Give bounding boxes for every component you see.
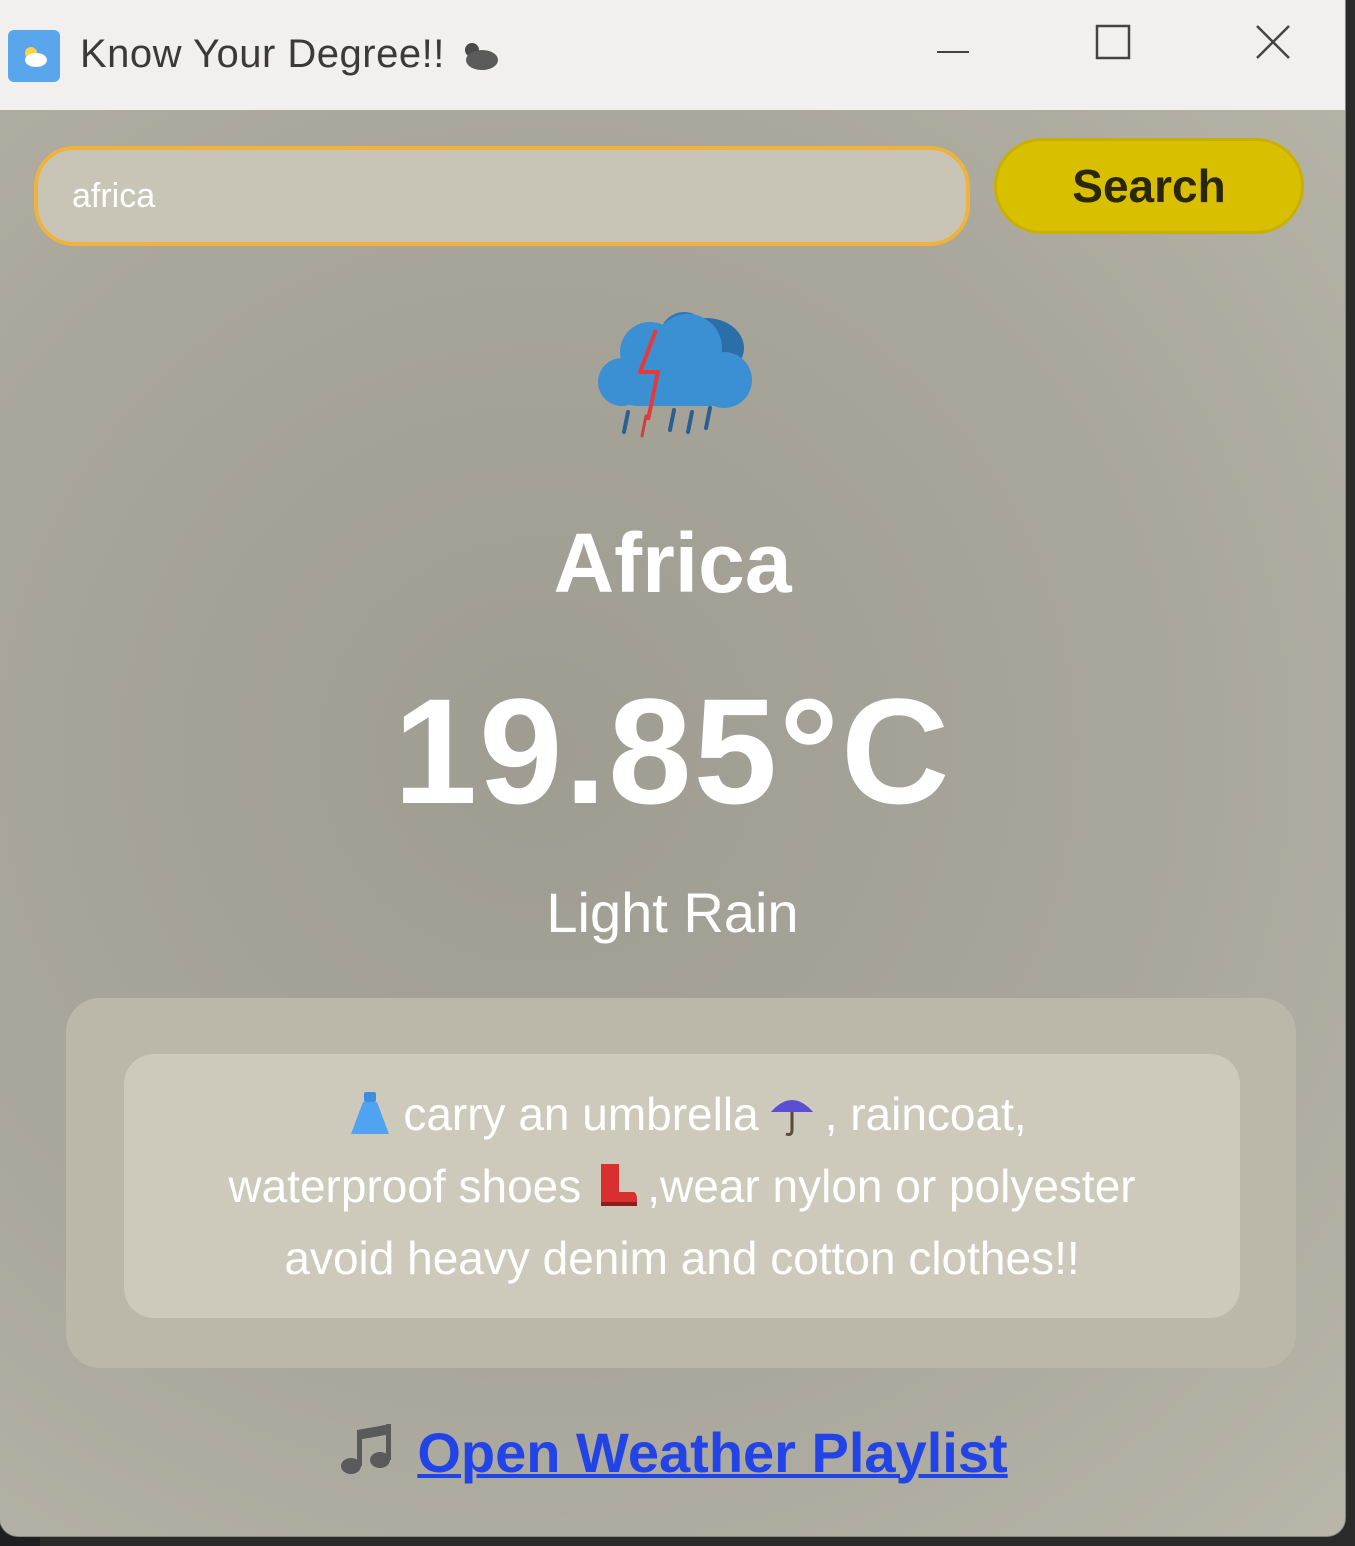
outfit-suggestion-card: carry an umbrella , raincoat, waterproof… (124, 1054, 1240, 1318)
maximize-button[interactable] (1078, 12, 1148, 72)
title-bar[interactable]: Know Your Degree!! (0, 0, 1345, 111)
outfit-line1-tail: , raincoat, (824, 1088, 1027, 1140)
umbrella-icon (770, 1100, 813, 1136)
dress-icon (351, 1092, 390, 1134)
close-button[interactable] (1238, 12, 1308, 72)
city-name: Africa (553, 516, 792, 610)
thunderstorm-rain-icon (598, 312, 752, 438)
search-button[interactable]: Search (994, 138, 1304, 234)
window-title: Know Your Degree!! (80, 32, 445, 76)
playlist-link-label[interactable]: Open Weather Playlist (417, 1421, 1007, 1484)
minimize-button[interactable] (918, 12, 988, 72)
outfit-line2-text: waterproof shoes (228, 1160, 582, 1212)
temperature-value: 19.85°C (393, 667, 952, 835)
app-window: Know Your Degree!! Search (0, 0, 1345, 1536)
boot-icon (601, 1164, 638, 1206)
search-input[interactable] (34, 146, 970, 246)
cloud-icon (465, 43, 498, 70)
main-content: Search Africa 19.85°C Light Rain (0, 110, 1345, 1536)
outfit-line3-text: avoid heavy denim and cotton clothes!! (284, 1232, 1080, 1284)
outfit-line2-tail: ,wear nylon or polyester (647, 1160, 1136, 1212)
close-icon (1256, 25, 1290, 59)
weather-condition: Light Rain (546, 881, 799, 944)
outfit-line1-text: carry an umbrella (403, 1088, 759, 1140)
weather-app-icon (8, 30, 60, 82)
maximize-icon (1095, 24, 1131, 60)
open-playlist-link[interactable]: Open Weather Playlist (0, 1420, 1345, 1485)
outfit-suggestion-panel: carry an umbrella , raincoat, waterproof… (66, 998, 1296, 1368)
minimize-icon (937, 51, 969, 53)
music-note-icon (341, 1424, 392, 1474)
